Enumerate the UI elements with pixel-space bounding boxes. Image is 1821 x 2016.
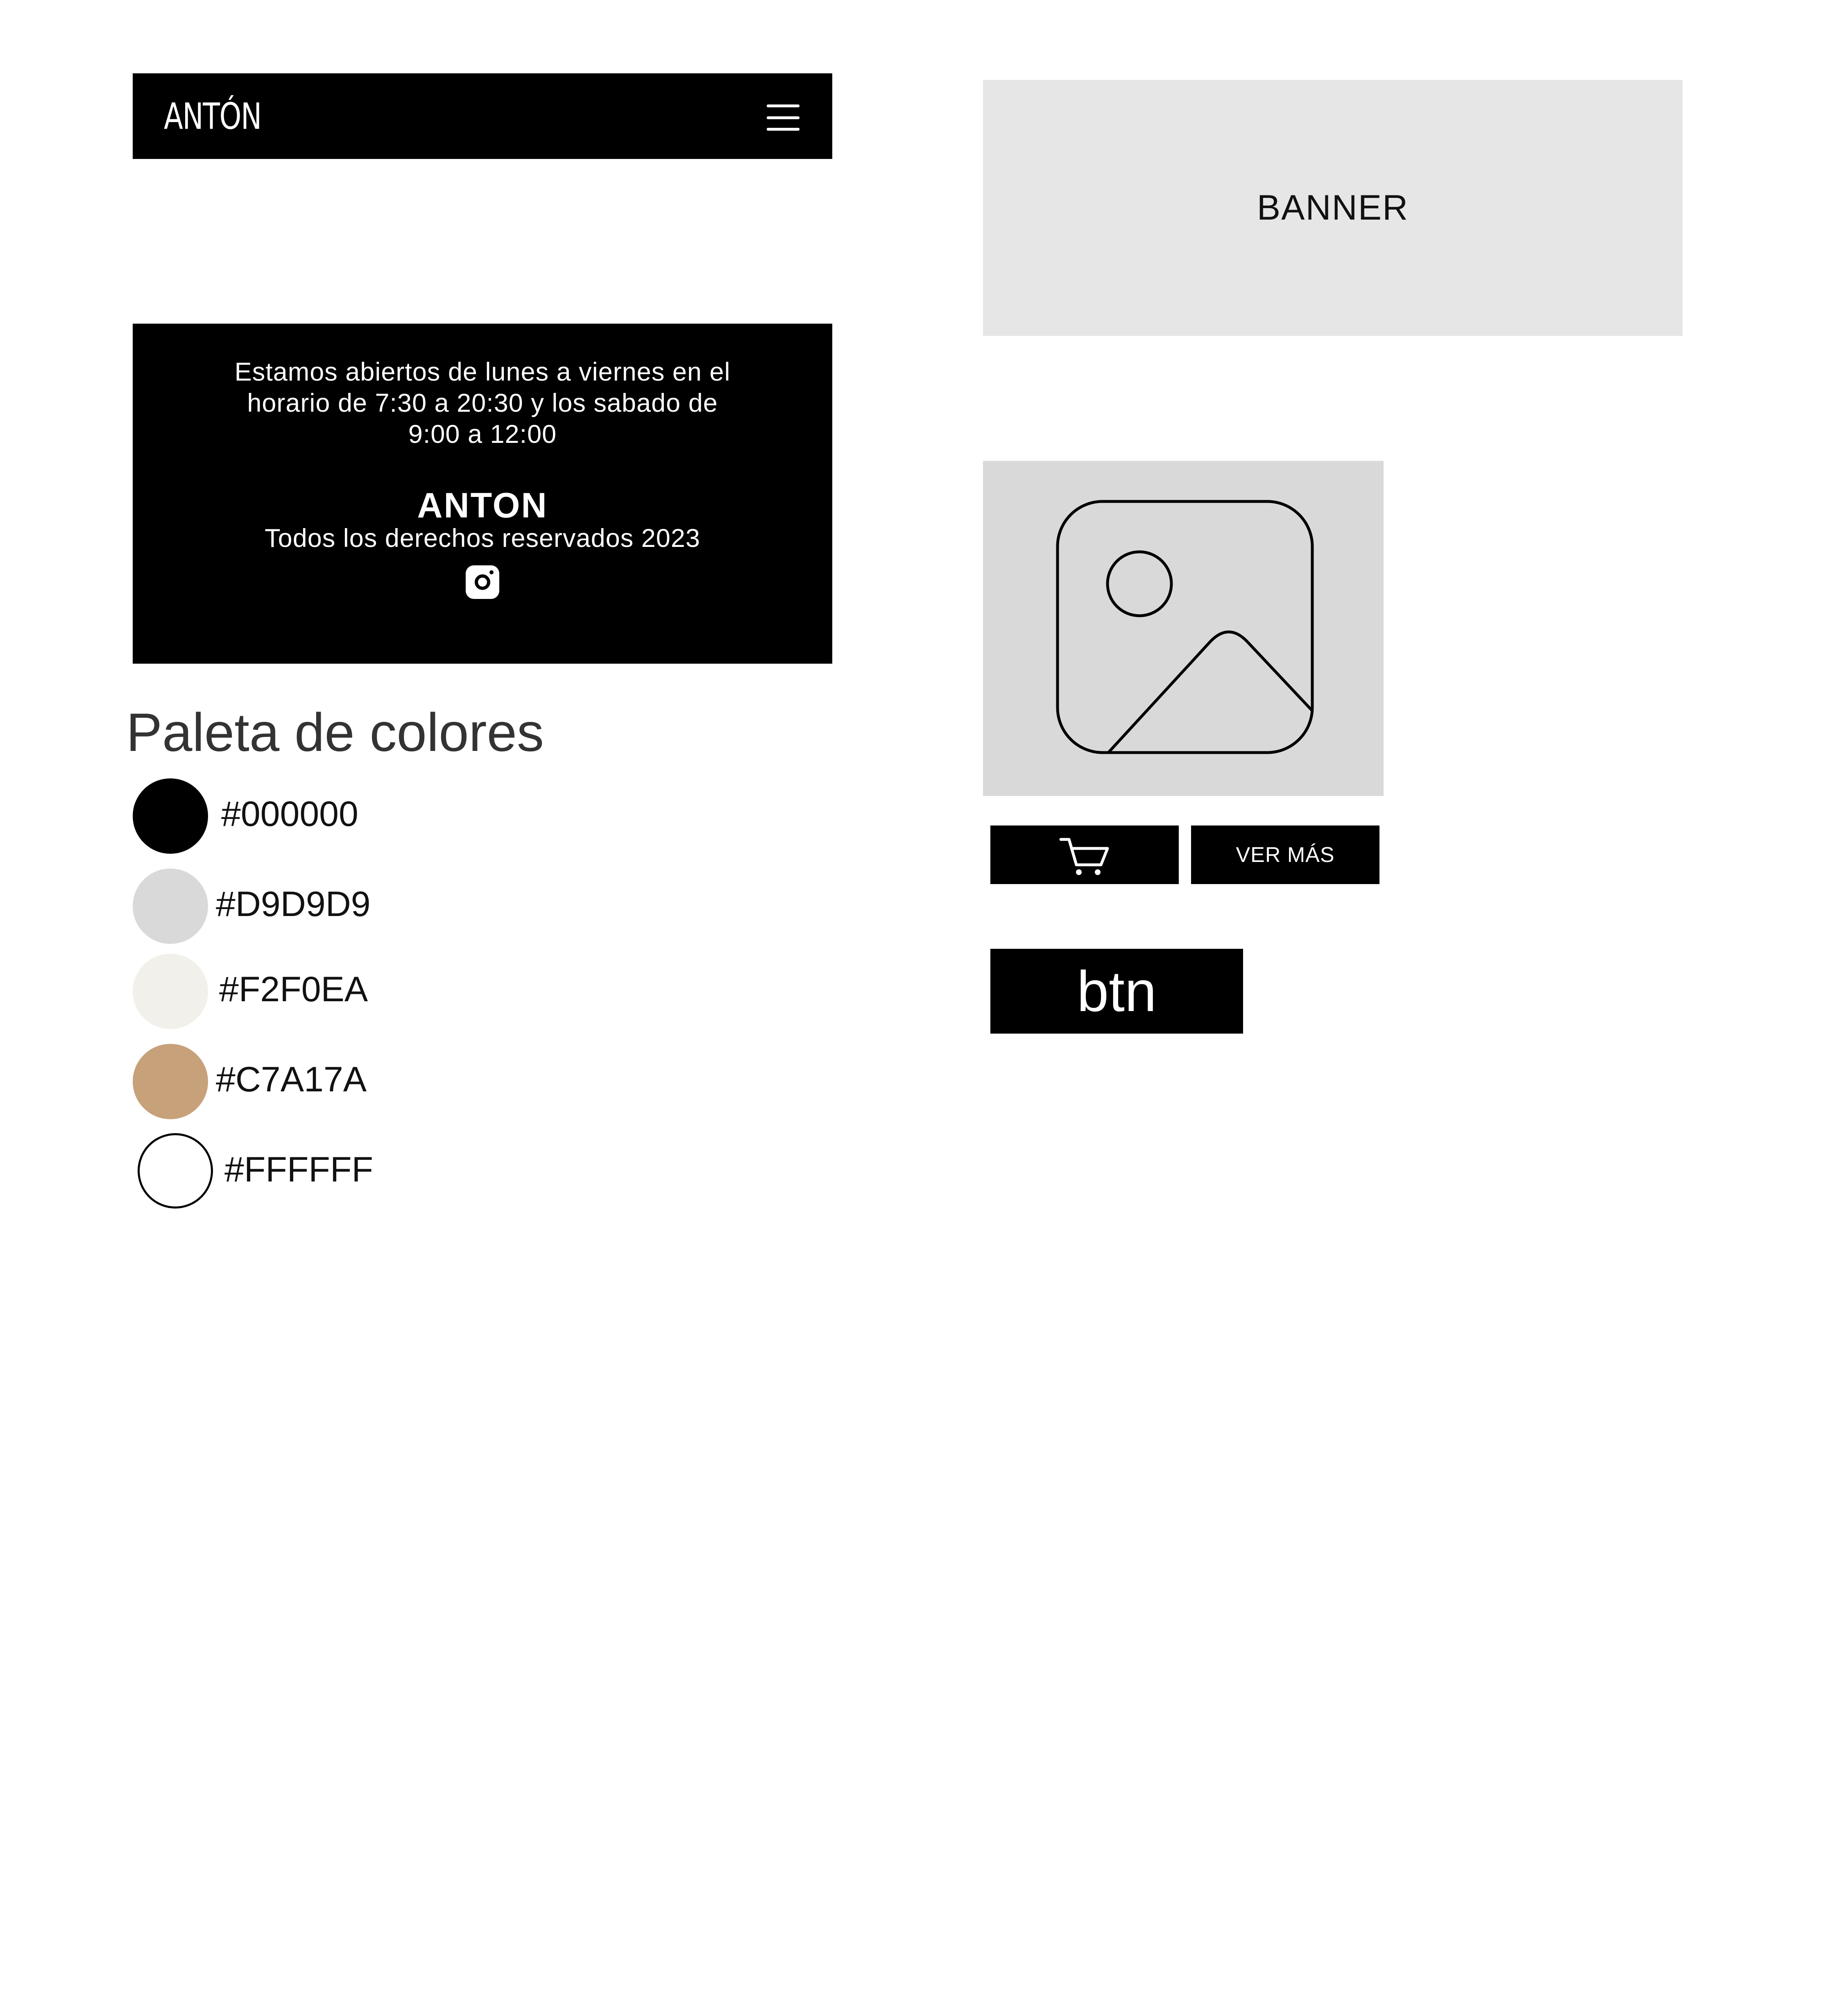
footer-brand: ANTON bbox=[417, 486, 548, 525]
shopping-cart-icon bbox=[1059, 838, 1109, 875]
opening-hours-text: Estamos abiertos de lunes a viernes en e… bbox=[234, 358, 731, 449]
color-label: #000000 bbox=[221, 794, 358, 834]
brand-logo[interactable]: ANTÓN bbox=[164, 95, 262, 137]
color-swatch-tan bbox=[133, 1044, 208, 1119]
add-to-cart-button[interactable] bbox=[990, 825, 1179, 884]
product-image bbox=[983, 461, 1384, 796]
color-label: #C7A17A bbox=[216, 1060, 367, 1099]
color-swatch-light-gray bbox=[133, 869, 208, 944]
instagram-icon[interactable] bbox=[466, 565, 499, 599]
copyright-text: Todos los derechos reservados 2023 bbox=[265, 524, 700, 553]
color-swatch-white bbox=[138, 1133, 213, 1209]
image-placeholder-icon bbox=[1056, 500, 1314, 754]
color-swatch-off-white bbox=[133, 954, 208, 1029]
hamburger-menu-icon[interactable] bbox=[767, 104, 800, 131]
sample-button[interactable]: btn bbox=[990, 949, 1243, 1034]
see-more-button[interactable]: VER MÁS bbox=[1191, 825, 1379, 884]
color-label: #FFFFFF bbox=[224, 1150, 374, 1189]
site-footer: Estamos abiertos de lunes a viernes en e… bbox=[133, 324, 832, 664]
banner-label: BANNER bbox=[1257, 188, 1409, 227]
navbar: ANTÓN bbox=[133, 73, 832, 159]
see-more-label: VER MÁS bbox=[1236, 843, 1335, 867]
color-label: #F2F0EA bbox=[219, 970, 368, 1009]
sample-button-label: btn bbox=[1077, 959, 1157, 1023]
color-swatch-black bbox=[133, 778, 208, 854]
banner: BANNER bbox=[983, 80, 1683, 336]
palette-title: Paleta de colores bbox=[126, 702, 544, 762]
color-label: #D9D9D9 bbox=[216, 884, 371, 924]
